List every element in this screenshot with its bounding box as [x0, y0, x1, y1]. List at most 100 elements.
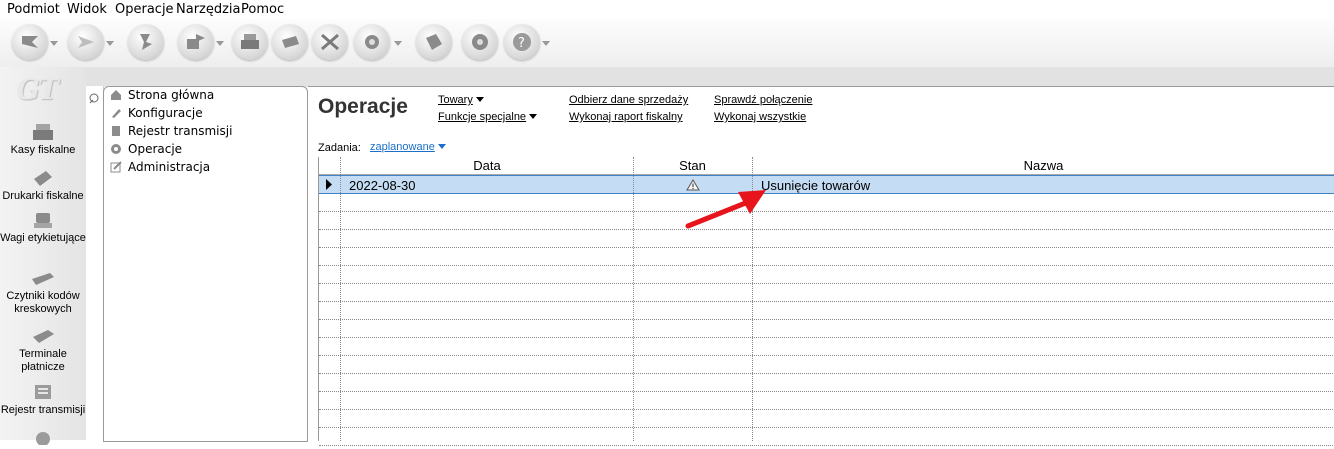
table-row[interactable] [319, 229, 1334, 248]
table-row[interactable] [319, 247, 1334, 266]
zadania-filter-dropdown[interactable]: zaplanowane [370, 141, 446, 153]
table-row[interactable] [319, 373, 1334, 392]
label-icon[interactable] [416, 24, 452, 60]
module-label: Wagi etykietujące [0, 232, 86, 244]
tools-icon[interactable] [354, 24, 390, 60]
module-label: Czytniki kodów kreskowych [6, 290, 80, 315]
scale-icon [30, 211, 56, 229]
cell-data: 2022-08-30 [349, 178, 416, 193]
help-dropdown-icon[interactable] [542, 41, 550, 46]
grid-column-divider [340, 157, 341, 441]
column-header-data[interactable]: Data [341, 158, 633, 173]
nav-item-administracja[interactable]: Administracja [110, 160, 210, 178]
column-header-stan[interactable]: Stan [633, 158, 752, 173]
gear-icon [110, 143, 122, 155]
admin-icon [110, 161, 122, 173]
nav-item-rejestr-transmisji[interactable]: Rejestr transmisji [110, 124, 232, 142]
cash-register-icon [30, 123, 56, 141]
module-wagi-etykietujace[interactable]: Wagi etykietujące [0, 211, 86, 245]
table-row[interactable] [319, 283, 1334, 302]
home-icon [110, 89, 122, 101]
connect-icon[interactable] [128, 24, 164, 60]
table-row[interactable] [319, 193, 1334, 212]
payment-terminal-icon [30, 327, 56, 345]
nav-item-label: Strona główna [128, 88, 215, 102]
zadania-label: Zadania: [318, 142, 361, 154]
module-label: Rejestr transmisji [0, 404, 86, 416]
module-sidebar: GT Kasy fiskalne Drukarki fiskalne Wagi … [0, 67, 87, 446]
nav-item-label: Konfiguracje [128, 106, 203, 120]
help-icon[interactable]: ? [504, 24, 540, 60]
table-row[interactable] [319, 337, 1334, 356]
share-dropdown-icon[interactable] [216, 41, 224, 46]
module-kasy-fiskalne[interactable]: Kasy fiskalne [0, 123, 86, 157]
raport-fiskalny-link[interactable]: Wykonaj raport fiskalny [569, 111, 683, 123]
operations-grid: Data Stan Nazwa 2022-08-30 Usunięcie tow… [318, 157, 1334, 446]
nav-tree: Strona główna Konfiguracje Rejestr trans… [103, 86, 308, 442]
back-icon[interactable] [12, 24, 48, 60]
chevron-down-icon [529, 114, 538, 119]
barcode-scanner-icon [30, 269, 56, 287]
table-row[interactable] [319, 265, 1334, 284]
forward-dropdown-icon[interactable] [106, 41, 114, 46]
back-dropdown-icon[interactable] [50, 41, 58, 46]
gt-logo: GT [16, 73, 59, 106]
funkcje-label: Funkcje specjalne [438, 111, 527, 123]
sprawdz-polaczenie-link[interactable]: Sprawdź połączenie [714, 94, 812, 106]
menu-pomoc[interactable]: Pomoc [241, 2, 284, 17]
module-more[interactable] [0, 427, 86, 448]
grid-header: Data Stan Nazwa [319, 157, 1334, 175]
nav-item-strona-glowna[interactable]: Strona główna [110, 88, 214, 106]
config-icon [110, 107, 122, 119]
module-drukarki-fiskalne[interactable]: Drukarki fiskalne [0, 169, 86, 203]
share-icon[interactable] [178, 24, 214, 60]
scissors-icon[interactable] [312, 24, 348, 60]
menu-operacje[interactable]: Operacje [115, 2, 174, 17]
table-row[interactable] [319, 211, 1334, 230]
menu-podmiot[interactable]: Podmiot [7, 2, 60, 17]
cash-register-icon[interactable] [232, 24, 268, 60]
module-label: Terminale płatnicze [19, 348, 67, 373]
forward-icon[interactable] [68, 24, 104, 60]
tools-dropdown-icon[interactable] [394, 41, 402, 46]
table-row[interactable]: 2022-08-30 Usunięcie towarów [319, 175, 1334, 194]
settings-icon[interactable] [462, 24, 498, 60]
nav-item-label: Administracja [128, 160, 211, 174]
menu-widok[interactable]: Widok [67, 2, 107, 17]
module-label: Kasy fiskalne [10, 144, 76, 156]
nav-item-label: Operacje [128, 142, 183, 156]
chevron-down-icon [475, 97, 484, 102]
towary-menu-link[interactable]: Towary [438, 94, 484, 106]
chevron-down-icon [437, 144, 446, 149]
svg-text:?: ? [518, 36, 525, 51]
transmission-log-icon [30, 383, 56, 401]
gear-icon [30, 427, 56, 446]
table-row[interactable] [319, 427, 1334, 446]
zadania-filter-value: zaplanowane [370, 141, 435, 153]
nav-item-label: Rejestr transmisji [128, 124, 233, 138]
module-terminale-platnicze[interactable]: Terminale płatnicze [0, 327, 86, 374]
nav-header-bar [86, 67, 1334, 87]
content-pane: Operacje Towary Funkcje specjalne Odbier… [308, 86, 1334, 446]
table-row[interactable] [319, 301, 1334, 320]
odbierz-dane-link[interactable]: Odbierz dane sprzedaży [569, 94, 688, 106]
pin-icon[interactable] [88, 92, 100, 104]
table-row[interactable] [319, 319, 1334, 338]
module-label: Drukarki fiskalne [2, 190, 84, 202]
printer-icon[interactable] [272, 24, 308, 60]
table-row[interactable] [319, 391, 1334, 410]
column-header-nazwa[interactable]: Nazwa [752, 158, 1334, 173]
nav-item-konfiguracje[interactable]: Konfiguracje [110, 106, 203, 124]
wykonaj-wszystkie-link[interactable]: Wykonaj wszystkie [714, 111, 806, 123]
table-row[interactable] [319, 409, 1334, 428]
nav-item-operacje[interactable]: Operacje [110, 142, 182, 160]
nav-pin-strip [86, 86, 104, 440]
toolbar: ? [0, 19, 1334, 67]
transmission-icon [110, 125, 122, 137]
funkcje-specjalne-menu-link[interactable]: Funkcje specjalne [438, 111, 538, 123]
towary-label: Towary [438, 94, 473, 106]
menu-narzedzia[interactable]: Narzędzia [176, 2, 241, 17]
module-czytniki-kodow[interactable]: Czytniki kodów kreskowych [0, 269, 86, 316]
table-row[interactable] [319, 355, 1334, 374]
module-rejestr-transmisji[interactable]: Rejestr transmisji [0, 383, 86, 417]
